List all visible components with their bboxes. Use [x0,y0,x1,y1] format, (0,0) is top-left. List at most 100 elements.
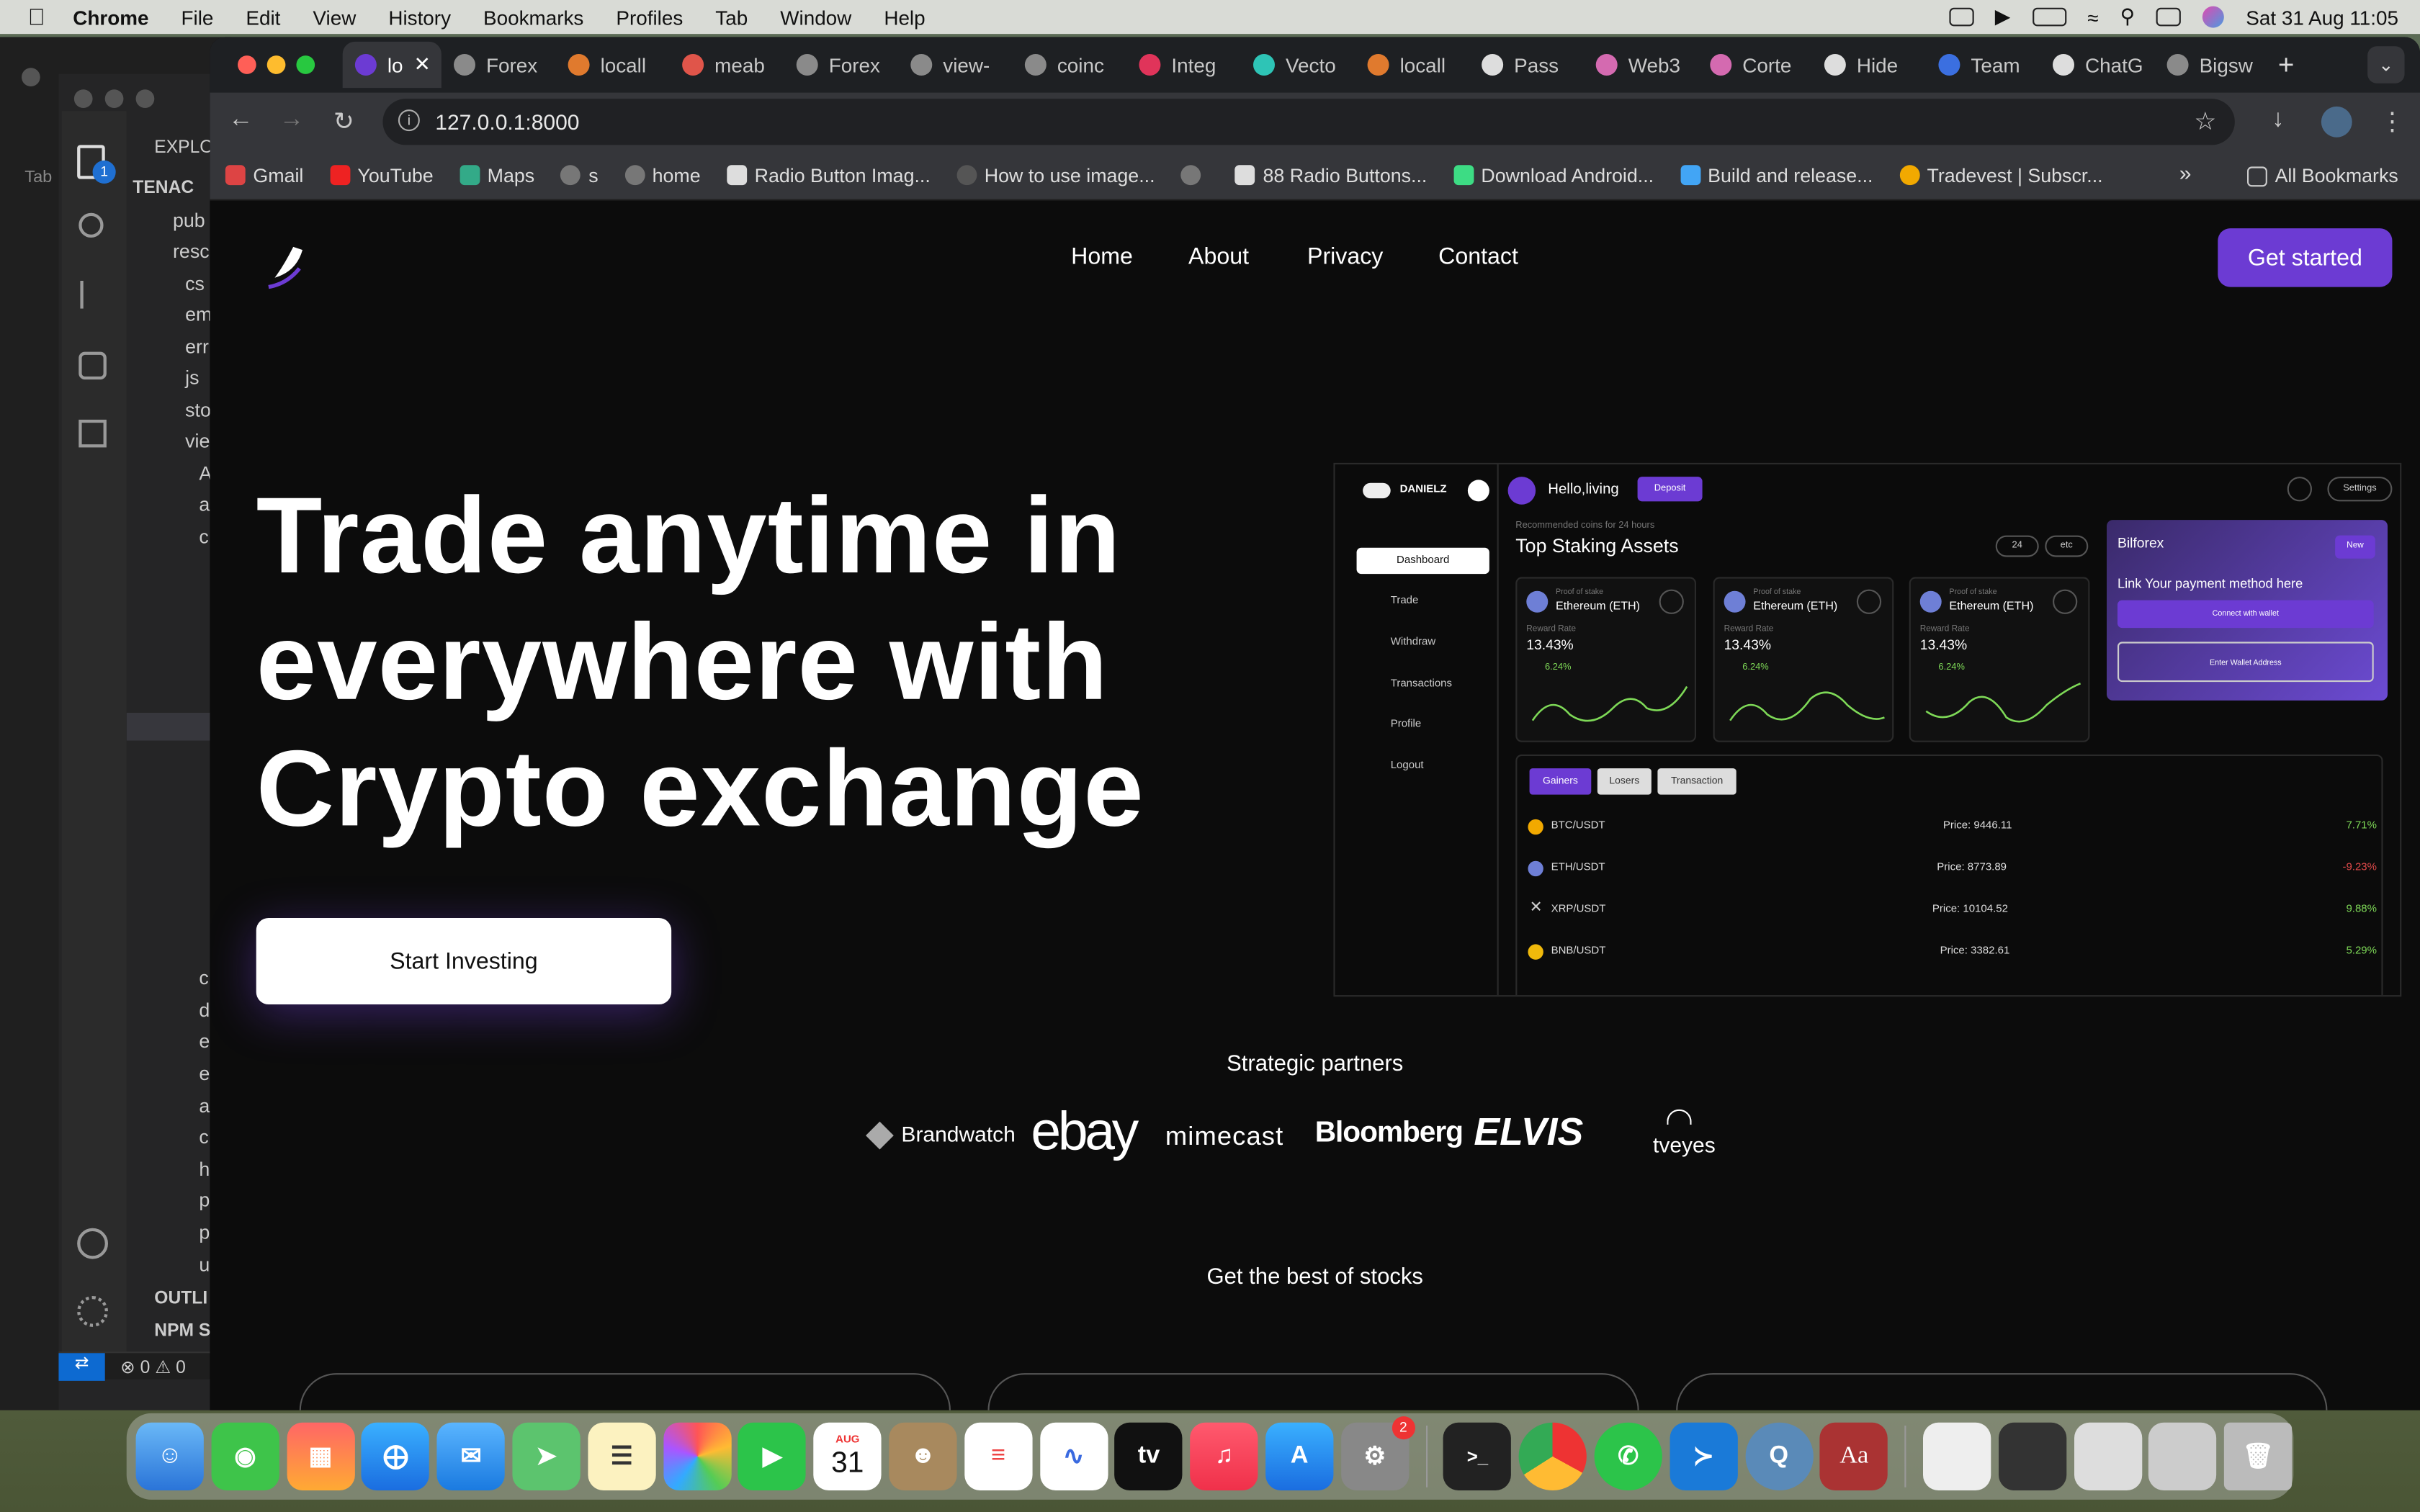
account-icon[interactable] [77,1228,108,1259]
menu-file[interactable]: File [182,6,214,29]
messages-icon[interactable]: ◉ [211,1422,279,1490]
downloads-stack-icon[interactable] [1922,1422,1991,1490]
dash-toggle-24[interactable]: 24 [1995,535,2039,557]
outline-section[interactable]: OUTLI [154,1290,207,1308]
chrome-icon[interactable] [1518,1422,1587,1490]
tab-search-icon[interactable]: ⌄ [2367,46,2405,84]
menu-profiles[interactable]: Profiles [616,6,683,29]
search-icon[interactable] [79,212,104,238]
tree-item[interactable]: em [185,304,212,325]
bookmark-build-and-release[interactable]: Build and release... [1680,164,1873,186]
bookmark-star-icon[interactable]: ☆ [2194,107,2216,138]
bookmark-download-android[interactable]: Download Android... [1453,164,1654,186]
nav-home[interactable]: Home [1071,244,1133,270]
wifi-icon[interactable]: ≈ [2087,6,2098,29]
tree-item[interactable]: c [199,1126,208,1148]
system-settings-icon[interactable]: ⚙ 2 [1340,1416,1415,1490]
launchpad-icon[interactable]: ▦ [286,1422,354,1490]
finder-icon[interactable]: ☺ [135,1422,204,1490]
tab[interactable]: coinc [1013,42,1127,88]
tree-item[interactable]: p [199,1222,210,1243]
dash-menu-trade[interactable]: Trade [1391,595,1419,606]
menu-help[interactable]: Help [884,6,925,29]
vscode-icon[interactable]: ≻ [1670,1422,1738,1490]
dash-deposit-button[interactable]: Deposit [1637,477,1703,502]
menubar-clock[interactable]: Sat 31 Aug 11:05 [2246,6,2398,29]
tab[interactable]: Integ [1126,42,1241,88]
safari-icon[interactable]: ⨁ [362,1422,430,1490]
recent-window-icon[interactable] [1998,1422,2066,1490]
siri-icon[interactable] [2202,6,2225,28]
search-icon[interactable]: ⚲ [2120,4,2135,29]
tree-item[interactable]: u [199,1254,210,1276]
whatsapp-icon[interactable]: ✆ [1594,1422,1662,1490]
download-icon[interactable]: ↓ [2272,107,2284,135]
dictionary-icon[interactable]: Aa [1820,1422,1888,1490]
tab[interactable]: Team [1926,42,2040,88]
staking-card[interactable]: Proof of stake Ethereum (ETH) Reward Rat… [1713,577,1894,742]
bookmark-s[interactable]: s [560,164,599,186]
run-debug-icon[interactable] [79,351,107,380]
music-icon[interactable]: ♫ [1190,1422,1258,1490]
nav-about[interactable]: About [1188,244,1249,270]
wallet-address-input[interactable]: Enter Wallet Address [2118,642,2374,683]
arrow-up-right-icon[interactable] [1856,589,1882,614]
market-row[interactable]: ETH/USDT Price: 8773.89 -9.23% [1528,860,2377,892]
tree-item[interactable]: pub [173,210,205,231]
tree-item[interactable]: e [199,1063,210,1084]
menu-history[interactable]: History [388,6,451,29]
remote-icon[interactable]: ⇄ [58,1353,105,1381]
tab[interactable]: Pass [1469,42,1584,88]
bookmark-home[interactable]: home [624,164,701,186]
terminal-icon[interactable]: >_ [1443,1422,1512,1490]
arrow-up-right-icon[interactable] [1659,589,1684,614]
dash-bell-icon[interactable] [2287,477,2312,502]
facetime-icon[interactable]: ▶ [738,1422,807,1490]
photos-icon[interactable] [663,1422,731,1490]
bookmark-88-radio-buttons[interactable]: 88 Radio Buttons... [1234,164,1427,186]
vscode-close-button[interactable] [22,68,40,86]
menu-edit[interactable]: Edit [246,6,280,29]
tree-item[interactable]: a [199,1095,210,1117]
tab[interactable]: Bigsw [2154,42,2269,88]
window-dot-3[interactable] [135,89,155,108]
get-started-button[interactable]: Get started [2218,228,2393,287]
bookmark-tradevest[interactable]: Tradevest | Subscr... [1899,164,2103,186]
bookmark-radio-button-image[interactable]: Radio Button Imag... [727,164,931,186]
tree-item[interactable]: e [199,1030,210,1052]
market-row[interactable]: BNB/USDT Price: 3382.61 5.29% [1528,944,2377,975]
forward-icon[interactable]: → [279,107,304,135]
source-control-icon[interactable] [80,281,104,309]
screen-mirror-icon[interactable] [1948,7,1973,27]
tree-item[interactable]: a [199,494,210,516]
notes-icon[interactable]: ☰ [587,1422,656,1490]
promo-badge[interactable]: New [2335,535,2375,559]
bookmark-maps[interactable]: Maps [460,164,534,186]
recent-window-icon[interactable] [2148,1422,2217,1490]
dash-theme-icon[interactable] [1467,480,1489,502]
recent-window-icon[interactable] [2073,1422,2142,1490]
bookmark-how-to-use-image[interactable]: How to use image... [956,164,1155,186]
menu-kebab-icon[interactable]: ⋮ [2380,107,2404,138]
tree-item[interactable]: h [199,1158,210,1180]
back-icon[interactable]: ← [228,107,253,135]
close-tab-icon[interactable]: ✕ [414,53,431,77]
menu-view[interactable]: View [313,6,356,29]
bookmark-gmail[interactable]: Gmail [225,164,303,186]
dash-menu-logout[interactable]: Logout [1391,760,1424,771]
trash-icon[interactable]: 🗑 [2224,1422,2293,1490]
tab[interactable]: ChatG [2040,42,2155,88]
contacts-icon[interactable]: ☻ [889,1422,957,1490]
tab[interactable]: locall [1355,42,1469,88]
stock-card[interactable] [987,1373,1639,1410]
all-bookmarks[interactable]: All Bookmarks [2247,165,2398,186]
tab-gainers[interactable]: Gainers [1529,768,1592,795]
tree-item[interactable]: p [199,1189,210,1211]
gear-icon[interactable] [77,1296,108,1327]
nav-privacy[interactable]: Privacy [1307,244,1383,270]
new-tab-button[interactable]: + [2278,49,2295,81]
minimize-window-button[interactable] [266,55,286,74]
tab[interactable]: Hide [1812,42,1927,88]
address-bar[interactable]: i 127.0.0.1:8000 ☆ [382,99,2235,145]
extensions-icon[interactable] [79,419,107,448]
